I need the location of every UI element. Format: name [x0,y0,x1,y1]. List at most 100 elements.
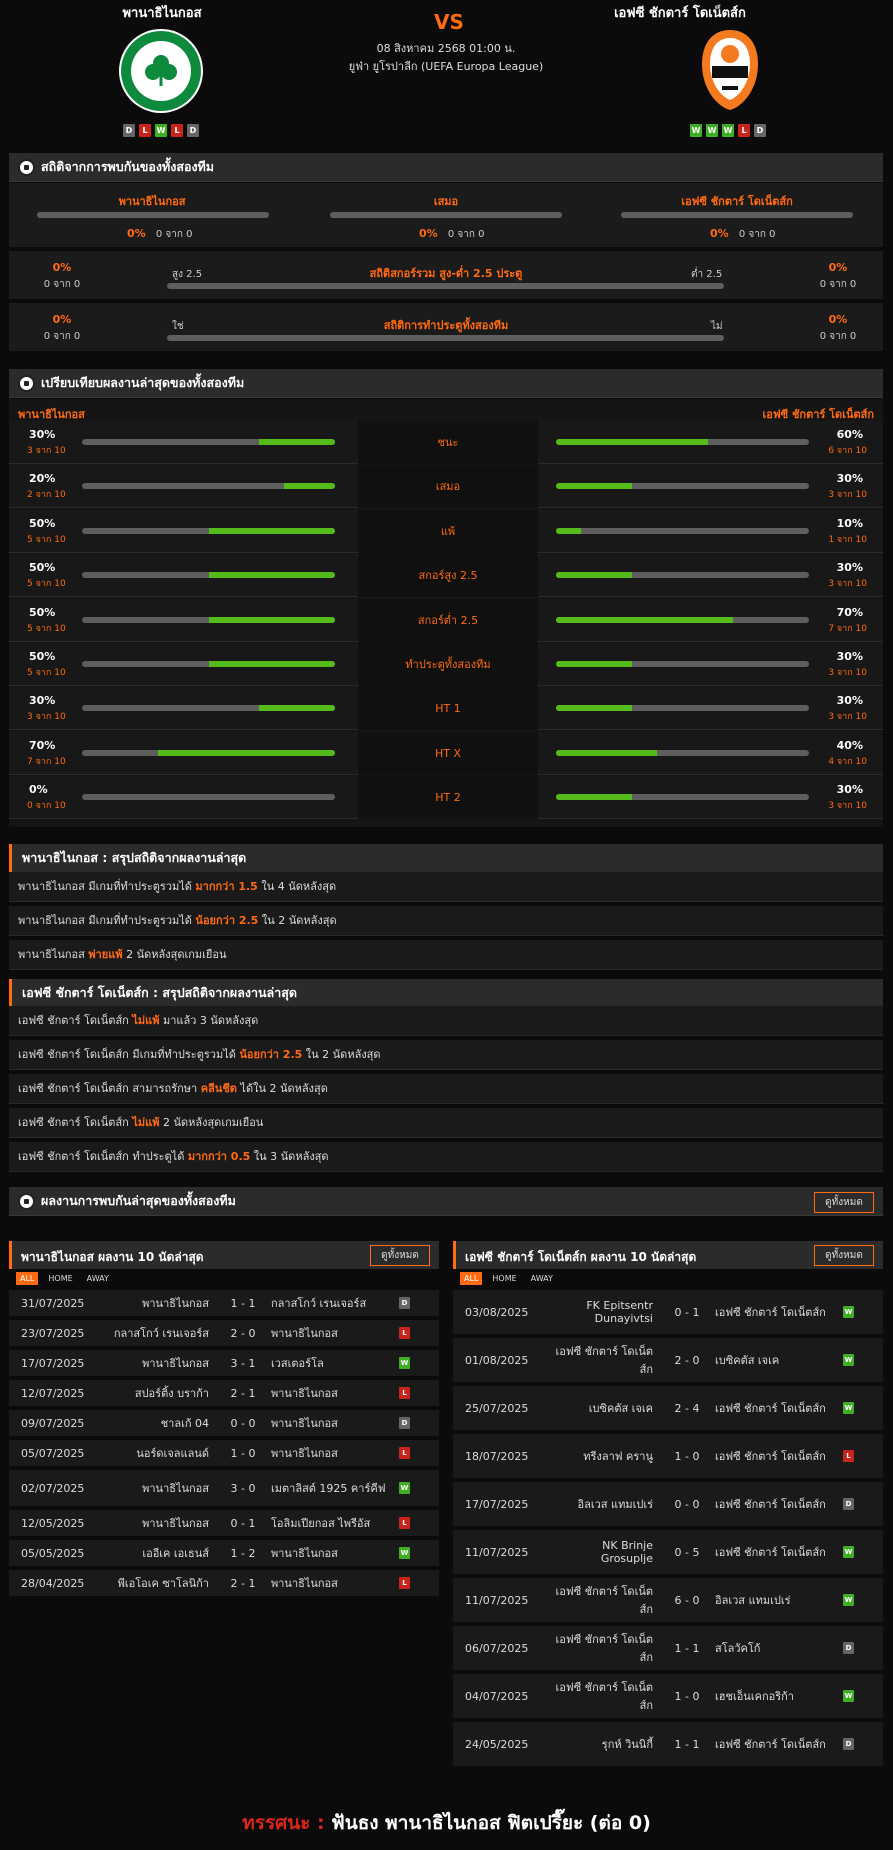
recent-title: ผลงานการพบกันล่าสุดของทั้งสองทีม [41,1193,236,1208]
match-away-team[interactable]: พานาธิไนกอส [271,1570,391,1596]
match-home-team[interactable]: พานาธิไนกอส [109,1350,209,1376]
match-result-badge: D [843,1626,854,1670]
away-team-name[interactable]: เอฟซี ชักตาร์ โดเน็ตส์ก [560,2,800,23]
match-row[interactable]: 01/08/2025 เอฟซี ชักตาร์ โดเน็ตส์ก 2 - 0 เบ… [453,1338,883,1384]
match-home-team[interactable]: รุกห์ วินนิกี้ [553,1722,653,1766]
tab-home[interactable]: HOME [488,1272,520,1285]
match-score: 0 - 0 [230,1416,256,1430]
match-away-team[interactable]: พานาธิไนกอส [271,1380,391,1406]
match-home-team[interactable]: เอฟซี ชักตาร์ โดเน็ตส์ก [553,1674,653,1718]
match-row[interactable]: 17/07/2025 อิลเวส แทมเปเร่ 0 - 0 เอฟซี ชักต… [453,1482,883,1528]
away-count: 3 จาก 10 [828,668,867,678]
match-score: 1 - 0 [674,1449,700,1463]
match-row[interactable]: 28/04/2025 พีเอโอเค ซาโลนิก้า 2 - 1 พานาธิไ… [9,1570,439,1598]
match-home-team[interactable]: เอฟซี ชักตาร์ โดเน็ตส์ก [553,1338,653,1382]
home-bar [82,439,335,445]
match-league[interactable]: ยูฟ่า ยูโรปาลีก (UEFA Europa League) [296,57,596,75]
match-away-team[interactable]: เอฟซี ชักตาร์ โดเน็ตส์ก [715,1530,835,1574]
summary-row: พานาธิไนกอส มีเกมที่ทำประตูรวมได้ น้อยกว… [9,906,883,936]
ou-under-sub: 0 จาก 0 [819,279,857,290]
match-away-team[interactable]: เมตาลิสต์ 1925 คาร์คีฟ [271,1470,391,1506]
match-row[interactable]: 23/07/2025 กลาสโกว์ เรนเจอร์ส 2 - 0 พานาธิไ… [9,1320,439,1348]
tab-home[interactable]: HOME [44,1272,76,1285]
away-bar [556,794,809,801]
match-away-team[interactable]: กลาสโกว์ เรนเจอร์ส [271,1290,391,1316]
recent-view-all-button[interactable]: ดูทั้งหมด [814,1192,874,1213]
match-home-team[interactable]: NK Brinje Grosuplje [553,1530,653,1574]
away-team-crest[interactable] [700,28,760,116]
home-view-all-button[interactable]: ดูทั้งหมด [370,1245,430,1266]
match-date: 23/07/2025 [21,1326,85,1340]
match-away-team[interactable]: พานาธิไนกอส [271,1540,391,1566]
match-home-team[interactable]: อิลเวส แทมเปเร่ [553,1482,654,1526]
match-home-team[interactable]: FK Epitsentr Dunayivtsi [553,1290,653,1334]
match-row[interactable]: 31/07/2025 พานาธิไนกอส 1 - 1 กลาสโกว์ เรนเจ… [9,1290,439,1318]
match-home-team[interactable]: เออีเค เอเธนส์ [109,1540,209,1566]
match-home-team[interactable]: เอฟซี ชักตาร์ โดเน็ตส์ก [553,1626,653,1670]
form-badge: L [171,124,183,137]
match-away-team[interactable]: พานาธิไนกอส [271,1440,391,1466]
match-date: 05/05/2025 [21,1546,85,1560]
match-home-team[interactable]: ทรีงลาฟ ครานู [553,1434,653,1478]
football-icon [18,159,35,176]
match-home-team[interactable]: เบซิคตัส เจเค [553,1386,653,1430]
match-away-team[interactable]: อิลเวส แทมเปเร่ [715,1578,835,1622]
away-bar [556,705,809,712]
match-home-team[interactable]: พานาธิไนกอส [109,1290,209,1316]
match-away-team[interactable]: เบซิคตัส เจเค [715,1338,835,1382]
match-score: 0 - 1 [674,1305,700,1319]
away-pct: 10% [836,516,863,530]
match-home-team[interactable]: พีเอโอเค ซาโลนิก้า [109,1570,209,1596]
match-away-team[interactable]: พานาธิไนกอส [271,1320,391,1346]
match-date: 12/05/2025 [21,1516,85,1530]
h2h-section-header: สถิติจากการพบกันของทั้งสองทีม [9,153,883,182]
match-row[interactable]: 05/05/2025 เออีเค เอเธนส์ 1 - 2 พานาธิไนกอส… [9,1540,439,1568]
match-away-team[interactable]: พานาธิไนกอส [271,1410,391,1436]
match-row[interactable]: 06/07/2025 เอฟซี ชักตาร์ โดเน็ตส์ก 1 - 1 สโ… [453,1626,883,1672]
away-view-all-button[interactable]: ดูทั้งหมด [814,1245,874,1266]
match-row[interactable]: 18/07/2025 ทรีงลาฟ ครานู 1 - 0 เอฟซี ชักตาร… [453,1434,883,1480]
match-row[interactable]: 05/07/2025 นอร์ดเจลแลนด์ 1 - 0 พานาธิไนกอส L [9,1440,439,1468]
tab-away[interactable]: AWAY [527,1272,557,1285]
match-away-team[interactable]: เวสเตอร์โล [271,1350,391,1376]
match-home-team[interactable]: พานาธิไนกอส [109,1470,209,1506]
match-away-team[interactable]: เอฟซี ชักตาร์ โดเน็ตส์ก [715,1290,835,1334]
match-home-team[interactable]: ชาลเก้ 04 [109,1410,209,1436]
tab-all[interactable]: ALL [16,1272,39,1285]
home-pct: 20% [29,472,56,486]
home-team-name[interactable]: พานาธิไนกอส [42,2,282,23]
match-away-team[interactable]: เฮชเอ็นเคกอริก้า [715,1674,835,1718]
match-row[interactable]: 12/05/2025 พานาธิไนกอส 0 - 1 โอลิมเปียกอส ไ… [9,1510,439,1538]
summary-text: พานาธิไนกอส มีเกมที่ทำประตูรวมได้ [18,914,196,927]
summary-tail: ใน 2 นัดหลังสุด [302,1048,381,1061]
match-row[interactable]: 03/08/2025 FK Epitsentr Dunayivtsi 0 - 1 เอ… [453,1290,883,1336]
match-home-team[interactable]: กลาสโกว์ เรนเจอร์ส [109,1320,209,1346]
match-home-team[interactable]: พานาธิไนกอส [109,1510,209,1536]
compare-row: 20% 2 จาก 10 เสมอ 30% 3 จาก 10 [9,465,883,509]
home-count: 0 จาก 10 [27,801,66,812]
match-home-team[interactable]: เอฟซี ชักตาร์ โดเน็ตส์ก [553,1578,653,1622]
match-row[interactable]: 17/07/2025 พานาธิไนกอส 3 - 1 เวสเตอร์โล W [9,1350,439,1378]
vs-label: VS [434,10,464,34]
home-team-crest[interactable] [118,28,204,118]
match-away-team[interactable]: เอฟซี ชักตาร์ โดเน็ตส์ก [715,1386,835,1430]
match-away-team[interactable]: สโลวัคโก้ [715,1626,835,1670]
match-row[interactable]: 11/07/2025 เอฟซี ชักตาร์ โดเน็ตส์ก 6 - 0 อิ… [453,1578,883,1624]
match-home-team[interactable]: นอร์ดเจลแลนด์ [109,1440,209,1466]
away-count: 6 จาก 10 [828,446,867,456]
match-home-team[interactable]: สปอร์ติ้ง บราก้า [109,1380,209,1406]
tab-all[interactable]: ALL [460,1272,483,1285]
match-row[interactable]: 25/07/2025 เบซิคตัส เจเค 2 - 4 เอฟซี ชักตาร… [453,1386,883,1432]
match-row[interactable]: 11/07/2025 NK Brinje Grosuplje 0 - 5 เอฟซี … [453,1530,883,1576]
match-row[interactable]: 02/07/2025 พานาธิไนกอส 3 - 0 เมตาลิสต์ 1925… [9,1470,439,1508]
match-away-team[interactable]: เอฟซี ชักตาร์ โดเน็ตส์ก [715,1482,835,1526]
match-away-team[interactable]: เอฟซี ชักตาร์ โดเน็ตส์ก [715,1434,835,1478]
match-result-badge: W [843,1290,854,1334]
match-away-team[interactable]: โอลิมเปียกอส ไพรีอัส [271,1510,391,1536]
match-row[interactable]: 09/07/2025 ชาลเก้ 04 0 - 0 พานาธิไนกอส D [9,1410,439,1438]
match-row[interactable]: 24/05/2025 รุกห์ วินนิกี้ 1 - 1 เอฟซี ชักตา… [453,1722,883,1768]
match-row[interactable]: 04/07/2025 เอฟซี ชักตาร์ โดเน็ตส์ก 1 - 0 เฮ… [453,1674,883,1720]
match-away-team[interactable]: เอฟซี ชักตาร์ โดเน็ตส์ก [715,1722,835,1766]
tab-away[interactable]: AWAY [83,1272,113,1285]
match-row[interactable]: 12/07/2025 สปอร์ติ้ง บราก้า 2 - 1 พานาธิไนก… [9,1380,439,1408]
